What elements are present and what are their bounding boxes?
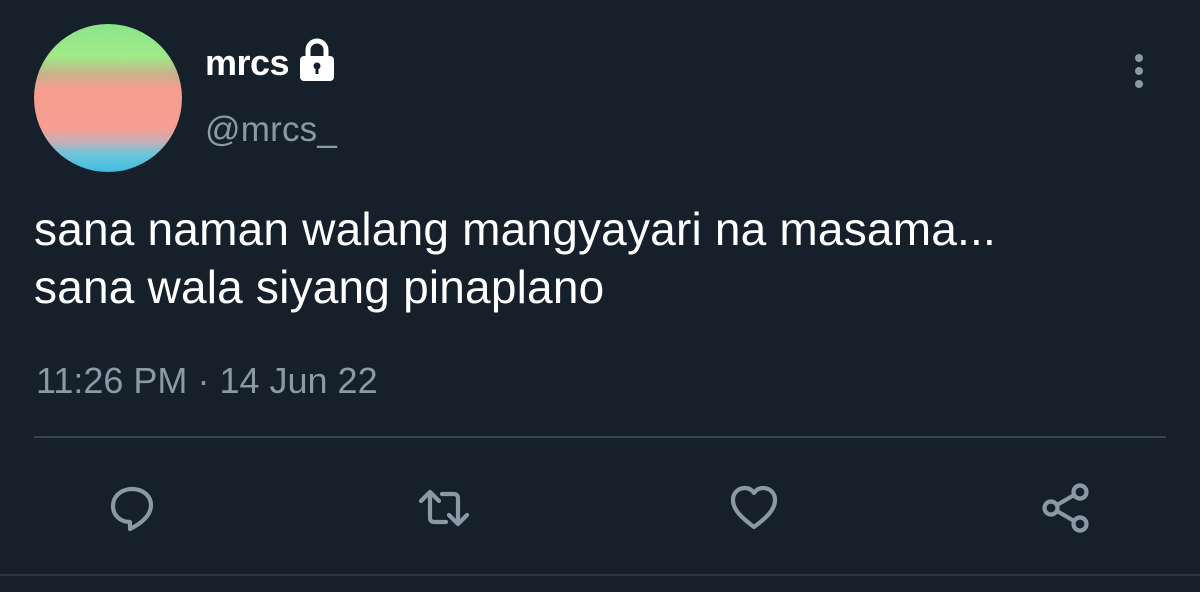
retweet-button[interactable] <box>414 478 474 538</box>
reply-icon <box>110 486 154 532</box>
avatar[interactable] <box>34 24 182 172</box>
share-icon <box>1042 483 1089 533</box>
user-handle[interactable]: @mrcs_ <box>205 110 337 150</box>
tweet-time: 11:26 PM <box>36 360 188 401</box>
share-button[interactable] <box>1036 478 1096 538</box>
bottom-divider <box>0 574 1200 576</box>
like-button[interactable] <box>724 478 784 538</box>
divider <box>34 436 1166 438</box>
tweet-timestamp[interactable]: 11:26 PM · 14 Jun 22 <box>36 360 378 402</box>
display-name[interactable]: mrcs <box>205 42 290 84</box>
retweet-icon <box>418 489 470 527</box>
tweet-text-line: sana naman walang mangyayari na masama..… <box>34 203 996 255</box>
lock-icon <box>297 37 337 83</box>
tweet-text: sana naman walang mangyayari na masama..… <box>34 200 1174 316</box>
tweet-card: mrcs @mrcs_ sana naman walang mangyayari… <box>0 0 1200 592</box>
more-options-icon[interactable] <box>1126 52 1152 92</box>
reply-button[interactable] <box>102 478 162 538</box>
tweet-date: 14 Jun 22 <box>219 360 378 401</box>
name-row: mrcs <box>205 38 337 88</box>
tweet-text-line: sana wala siyang pinaplano <box>34 261 605 313</box>
heart-icon <box>730 485 778 530</box>
meta-separator: · <box>197 360 210 401</box>
